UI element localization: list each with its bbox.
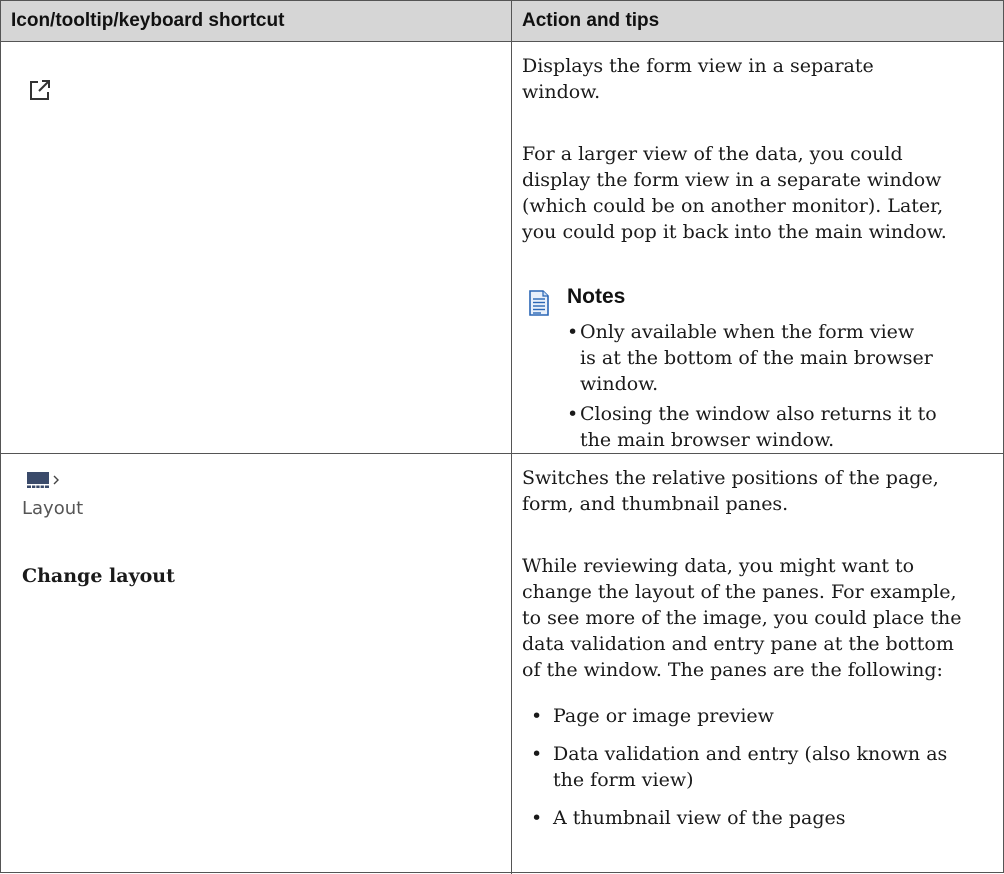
- header-action-and-tips: Action and tips: [522, 10, 660, 31]
- notes-title: Notes: [567, 285, 626, 308]
- row2-detail-line-3: to see more of the image, you could plac…: [522, 607, 962, 629]
- list-bullet-dot: •: [531, 743, 543, 765]
- row1-summary-line-1: Displays the form view in a separate: [522, 55, 874, 77]
- row2-detail-line-5: of the window. The panes are the followi…: [522, 659, 943, 681]
- table-header-row: Icon/tooltip/keyboard shortcut Action an…: [1, 1, 1003, 42]
- layout-icon-label: Layout: [22, 498, 84, 519]
- row1-detail-line-4: you could pop it back into the main wind…: [522, 221, 947, 243]
- row2-detail-line-2: change the layout of the panes. For exam…: [522, 581, 957, 603]
- notes-item-1-line-3: window.: [580, 373, 659, 395]
- notes-item-1-line-1: Only available when the form view: [580, 321, 915, 343]
- shortcut-table: Icon/tooltip/keyboard shortcut Action an…: [0, 0, 1004, 874]
- document-note-icon: [529, 290, 549, 316]
- row1-detail-line-2: display the form view in a separate wind…: [522, 169, 942, 191]
- row-divider: [1, 453, 1003, 454]
- row2-summary-line-2: form, and thumbnail panes.: [522, 493, 789, 515]
- column-divider: [511, 1, 512, 874]
- row2-summary-line-1: Switches the relative positions of the p…: [522, 467, 939, 489]
- popout-window-icon: [30, 80, 50, 100]
- list-item-3: A thumbnail view of the pages: [553, 807, 846, 829]
- list-bullet-dot: •: [531, 807, 543, 829]
- row1-summary-line-2: window.: [522, 81, 601, 103]
- list-item-1: Page or image preview: [553, 705, 774, 727]
- notes-bullet-dot: •: [567, 403, 579, 425]
- notes-item-2-line-2: the main browser window.: [580, 429, 835, 451]
- row1-detail-line-3: (which could be on another monitor). Lat…: [522, 195, 944, 217]
- list-item-2-line-2: the form view): [553, 769, 694, 791]
- row2-detail-line-4: data validation and entry pane at the bo…: [522, 633, 954, 655]
- list-item-2-line-1: Data validation and entry (also known as: [553, 743, 948, 765]
- notes-item-1-line-2: is at the bottom of the main browser: [580, 347, 933, 369]
- notes-bullet-dot: •: [567, 321, 579, 343]
- list-bullet-dot: •: [531, 705, 543, 727]
- change-layout-tooltip: Change layout: [22, 565, 175, 587]
- header-icon-tooltip-shortcut: Icon/tooltip/keyboard shortcut: [11, 10, 285, 31]
- layout-icon: [27, 472, 59, 488]
- notes-item-2-line-1: Closing the window also returns it to: [580, 403, 937, 425]
- row2-detail-line-1: While reviewing data, you might want to: [522, 555, 915, 577]
- row1-detail-line-1: For a larger view of the data, you could: [522, 143, 903, 165]
